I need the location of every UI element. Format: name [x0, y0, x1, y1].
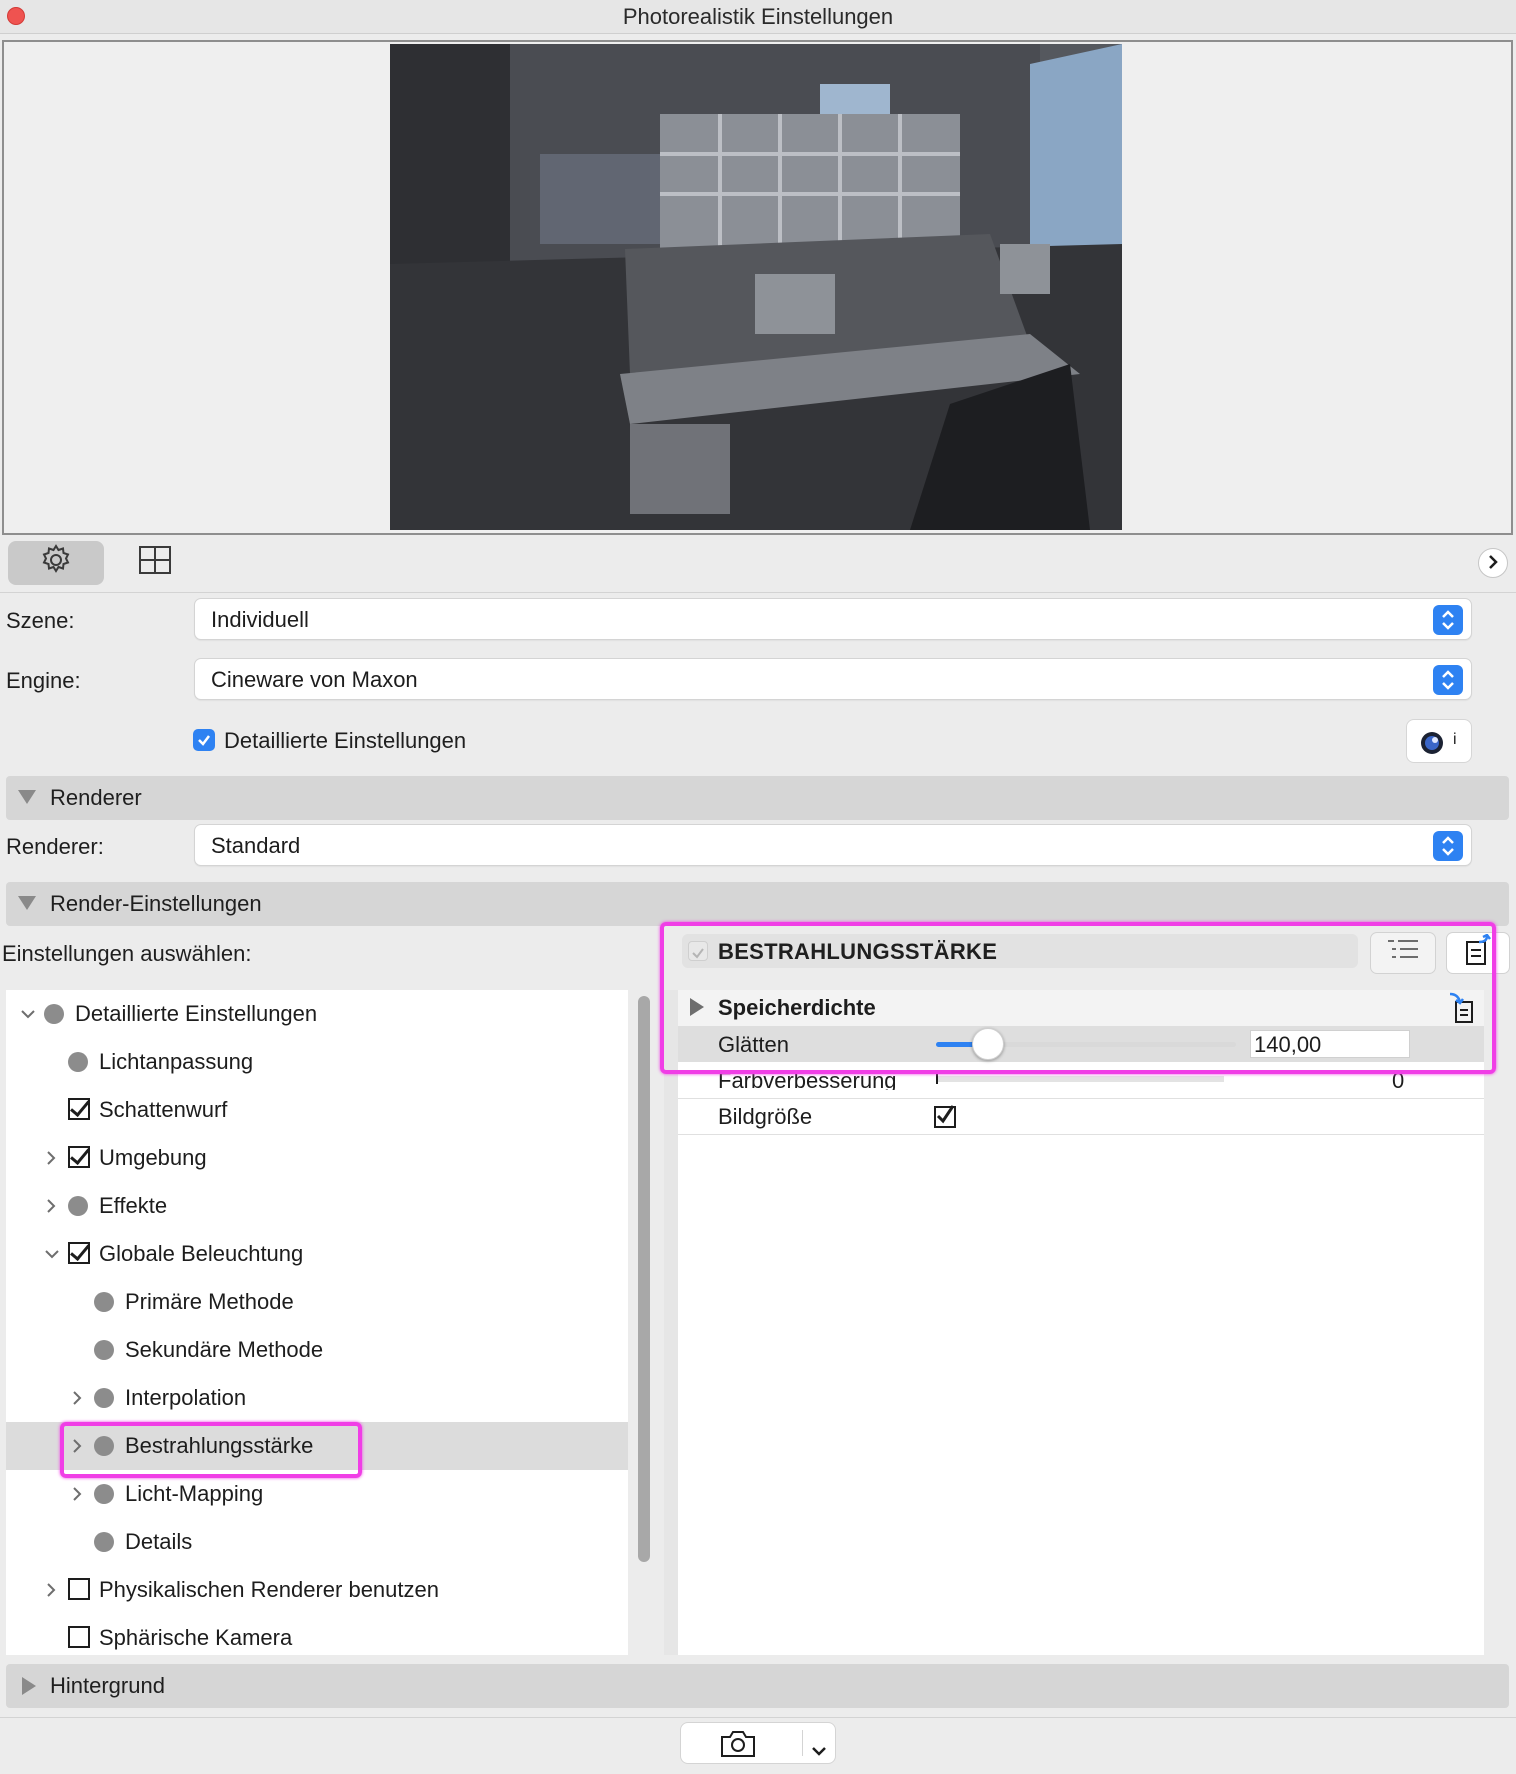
- tree-item-label: Interpolation: [125, 1385, 247, 1410]
- renderer-section-header[interactable]: Renderer: [6, 776, 1509, 820]
- detailed-settings-label: Detaillierte Einstellungen: [224, 728, 467, 753]
- tree-item[interactable]: Schattenwurf: [6, 1086, 628, 1134]
- status-dot-icon: [68, 1196, 88, 1216]
- status-dot-icon: [94, 1484, 114, 1504]
- tree-item-label: Lichtanpassung: [99, 1049, 254, 1074]
- tree-item[interactable]: Interpolation: [6, 1374, 628, 1422]
- size-tab-button[interactable]: [130, 541, 180, 585]
- chevron-down-icon[interactable]: [44, 1244, 59, 1264]
- tree-item[interactable]: Effekte: [6, 1182, 628, 1230]
- tree-item[interactable]: Detaillierte Einstellungen: [6, 990, 628, 1038]
- tree-checkbox[interactable]: [68, 1146, 90, 1168]
- collapse-panel-button[interactable]: [1478, 548, 1508, 578]
- tree-item-label: Sekundäre Methode: [125, 1337, 324, 1362]
- highlight-panel-annotation: [660, 922, 1496, 1074]
- status-dot-icon: [68, 1052, 88, 1072]
- background-section-title: Hintergrund: [50, 1673, 165, 1698]
- status-dot-icon: [94, 1532, 114, 1552]
- chevron-down-icon[interactable]: [20, 1004, 35, 1024]
- updown-arrows-icon: [1433, 665, 1463, 695]
- bildgroesse-label: Bildgröße: [718, 1104, 813, 1129]
- info-label: i: [1453, 731, 1457, 748]
- settings-select-label: Einstellungen auswählen:: [2, 941, 252, 966]
- renderer-select[interactable]: Standard: [194, 824, 1472, 866]
- scene-select[interactable]: Individuell: [194, 598, 1472, 640]
- row-divider: [678, 1098, 1484, 1099]
- disclosure-down-icon: [18, 790, 36, 804]
- settings-tab-button[interactable]: [8, 541, 104, 585]
- chevron-right-icon[interactable]: [44, 1148, 58, 1168]
- chevron-right-icon: [1486, 550, 1500, 576]
- chevron-right-icon[interactable]: [44, 1580, 58, 1600]
- cinema4d-logo-icon: [1419, 730, 1445, 762]
- status-dot-icon: [94, 1292, 114, 1312]
- disclosure-right-icon: [22, 1677, 36, 1695]
- row-divider: [678, 1134, 1484, 1135]
- tree-checkbox[interactable]: [68, 1242, 90, 1264]
- tree-scrollbar[interactable]: [638, 996, 650, 1562]
- tree-item-label: Licht-Mapping: [125, 1481, 264, 1506]
- tree-item[interactable]: Physikalischen Renderer benutzen: [6, 1566, 628, 1614]
- tree-item-label: Primäre Methode: [125, 1289, 294, 1314]
- render-button[interactable]: [680, 1722, 836, 1764]
- tree-item[interactable]: Sphärische Kamera: [6, 1614, 628, 1662]
- chevron-down-icon[interactable]: [811, 1737, 827, 1763]
- tree-item[interactable]: Details: [6, 1518, 628, 1566]
- window-title: Photorealistik Einstellungen: [622, 4, 894, 29]
- tree-item-label: Schattenwurf: [99, 1097, 228, 1122]
- tree-item[interactable]: Globale Beleuchtung: [6, 1230, 628, 1278]
- background-section-header[interactable]: Hintergrund: [6, 1664, 1509, 1708]
- engine-label: Engine:: [6, 668, 81, 693]
- chevron-right-icon[interactable]: [44, 1196, 58, 1216]
- tree-item-label: Detaillierte Einstellungen: [75, 1001, 318, 1026]
- chevron-right-icon[interactable]: [70, 1484, 84, 1504]
- disclosure-down-icon: [18, 896, 36, 910]
- renderer-value: Standard: [211, 833, 301, 858]
- chevron-right-icon[interactable]: [70, 1388, 84, 1408]
- highlight-tree-annotation: [60, 1422, 362, 1478]
- updown-arrows-icon: [1433, 605, 1463, 635]
- tree-item-label: Physikalischen Renderer benutzen: [99, 1577, 439, 1602]
- render-settings-section-header[interactable]: Render-Einstellungen: [6, 882, 1509, 926]
- farbverbesserung-slider-track[interactable]: [936, 1076, 1224, 1082]
- render-settings-section-title: Render-Einstellungen: [50, 891, 262, 916]
- grid-frame-icon: [138, 545, 172, 581]
- status-dot-icon: [94, 1340, 114, 1360]
- scene-value: Individuell: [211, 607, 309, 632]
- status-dot-icon: [44, 1004, 64, 1024]
- engine-select[interactable]: Cineware von Maxon: [194, 658, 1472, 700]
- tree-item-label: Details: [125, 1529, 193, 1554]
- toolbar-divider: [0, 592, 1516, 593]
- camera-icon: [719, 1729, 757, 1765]
- scene-label: Szene:: [6, 608, 75, 633]
- tree-checkbox[interactable]: [68, 1098, 90, 1120]
- status-dot-icon: [94, 1388, 114, 1408]
- bottom-divider: [0, 1717, 1516, 1718]
- bildgroesse-checkbox[interactable]: [934, 1105, 956, 1128]
- tree-checkbox[interactable]: [68, 1578, 90, 1600]
- tree-item-label: Sphärische Kamera: [99, 1625, 293, 1650]
- panel-divider[interactable]: [664, 990, 678, 1655]
- tree-checkbox[interactable]: [68, 1626, 90, 1648]
- detailed-settings-checkbox[interactable]: [193, 729, 215, 751]
- tree-item-label: Umgebung: [99, 1145, 207, 1170]
- tree-item[interactable]: Lichtanpassung: [6, 1038, 628, 1086]
- tree-item-label: Effekte: [99, 1193, 168, 1218]
- updown-arrows-icon: [1433, 831, 1463, 861]
- render-button-divider: [802, 1730, 803, 1756]
- tree-item[interactable]: Primäre Methode: [6, 1278, 628, 1326]
- render-preview-image: [390, 44, 1122, 530]
- renderer-section-title: Renderer: [50, 785, 142, 810]
- cineware-info-button[interactable]: i: [1406, 719, 1472, 763]
- tree-item[interactable]: Umgebung: [6, 1134, 628, 1182]
- engine-value: Cineware von Maxon: [211, 667, 418, 692]
- gear-icon: [39, 543, 73, 583]
- tree-item-label: Globale Beleuchtung: [99, 1241, 304, 1266]
- renderer-label: Renderer:: [6, 834, 104, 859]
- tree-item[interactable]: Sekundäre Methode: [6, 1326, 628, 1374]
